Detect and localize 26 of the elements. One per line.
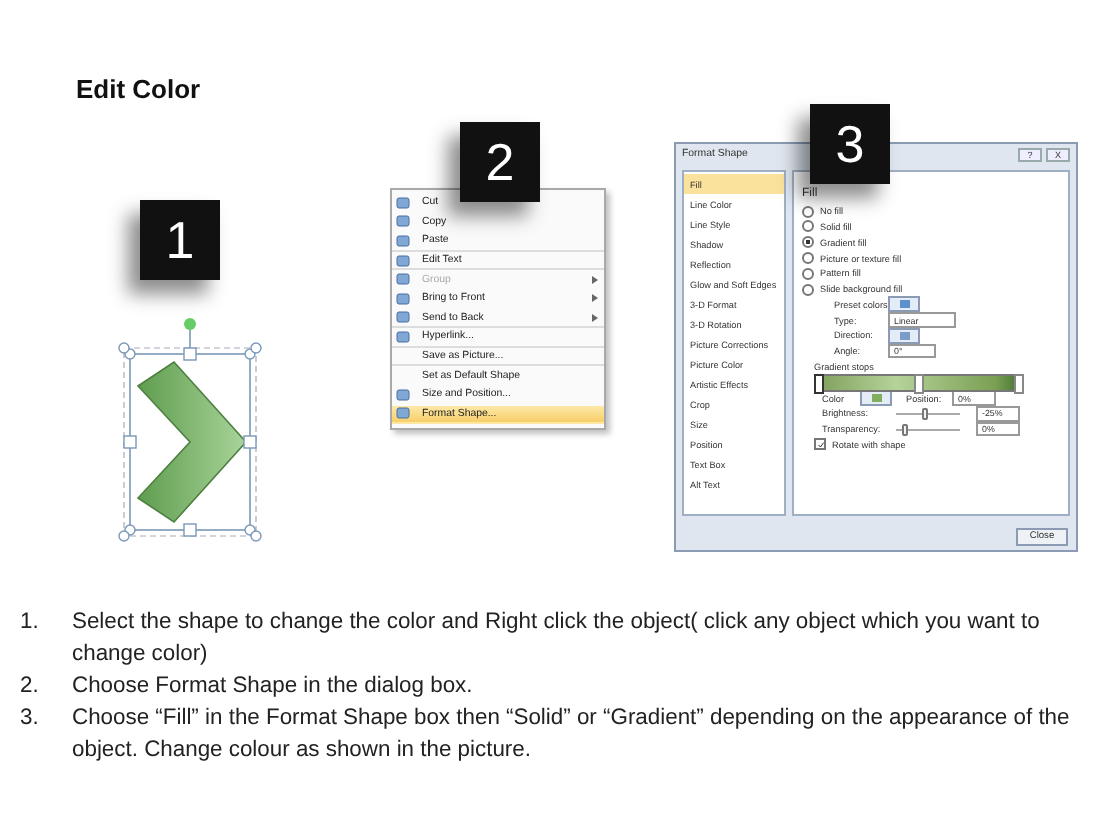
radio-button[interactable]	[802, 267, 814, 280]
slider-thumb[interactable]	[922, 407, 929, 420]
step-number: 2	[460, 122, 540, 202]
slider-thumb[interactable]	[901, 423, 908, 436]
radio-button[interactable]	[802, 236, 814, 249]
instruction-text: Choose “Fill” in the Format Shape box then “Solid” or “Gradient” depending on the appearance of the object. Change colour as shown in the picture.	[72, 704, 1072, 766]
step-number: 3	[810, 104, 890, 184]
radio-button[interactable]	[802, 252, 814, 265]
instruction-text: Select the shape to change the color and Right click the object( click any object which you want to change color)	[72, 608, 1042, 670]
checkbox[interactable]	[814, 438, 826, 451]
swatch-icon	[899, 300, 909, 309]
list-number: 3.	[20, 704, 41, 734]
slide-title: Edit Color	[76, 74, 201, 104]
step-number: 1	[140, 200, 220, 280]
list-number: 2.	[20, 672, 41, 702]
submenu-arrow-icon	[592, 294, 598, 303]
submenu-arrow-icon	[592, 275, 598, 284]
radio-button[interactable]	[802, 283, 814, 296]
radio-button[interactable]	[802, 205, 814, 218]
submenu-arrow-icon	[592, 313, 598, 322]
list-number: 1.	[20, 608, 41, 638]
preset-colors-dropdown[interactable]	[888, 296, 920, 313]
gradient-stop[interactable]	[813, 373, 823, 394]
transparency-slider[interactable]	[896, 423, 960, 436]
radio-button[interactable]	[802, 220, 814, 233]
instruction-text: Choose Format Shape in the dialog box.	[72, 672, 473, 702]
